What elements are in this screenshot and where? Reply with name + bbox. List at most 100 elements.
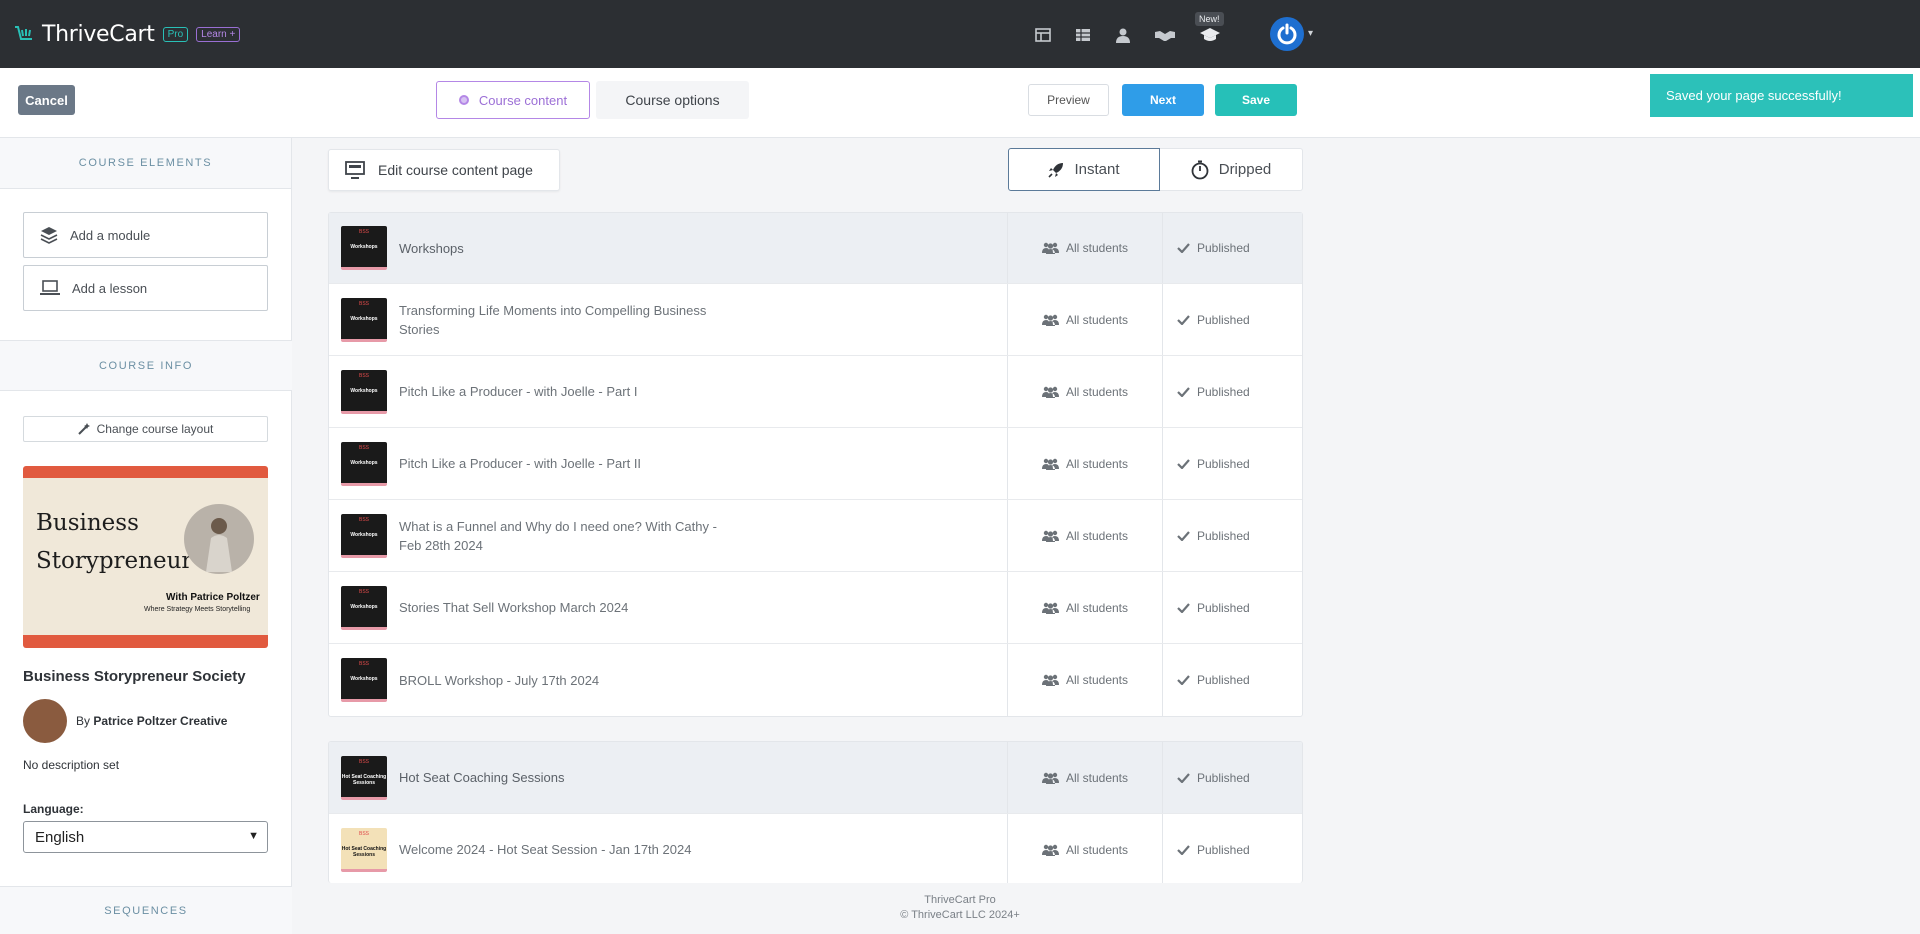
status-label: Published xyxy=(1197,528,1250,543)
lesson-title[interactable]: Hot Seat Coaching Sessions xyxy=(399,768,739,787)
change-layout-label: Change course layout xyxy=(96,422,214,436)
thumbnail-text: Hot Seat Coaching Sessions xyxy=(341,845,387,858)
add-module-label: Add a module xyxy=(70,227,151,243)
editor-toolbar: Cancel Course content Course options Pre… xyxy=(0,68,1920,138)
lesson-title[interactable]: Stories That Sell Workshop March 2024 xyxy=(399,598,739,617)
tab-course-options[interactable]: Course options xyxy=(596,81,749,119)
status-label: Published xyxy=(1197,241,1250,255)
access-label: All students xyxy=(1065,770,1129,785)
lesson-thumbnail: BSS Workshops xyxy=(341,585,387,630)
add-lesson-label: Add a lesson xyxy=(72,280,148,296)
sequences-heading: SEQUENCES xyxy=(0,886,292,934)
author-avatar xyxy=(23,699,67,743)
thumbnail-text: Workshops xyxy=(350,603,378,610)
save-button[interactable]: Save xyxy=(1215,84,1297,116)
access-cell[interactable]: All students xyxy=(1007,644,1162,716)
dripped-toggle[interactable]: Dripped xyxy=(1160,148,1303,191)
lesson-title[interactable]: What is a Funnel and Why do I need one? … xyxy=(399,517,739,555)
status-cell[interactable]: Published xyxy=(1162,428,1304,499)
language-select[interactable]: English ▼ xyxy=(23,821,268,853)
lesson-thumbnail: BSS Workshops xyxy=(341,226,387,270)
access-label: All students xyxy=(1065,600,1129,615)
instant-toggle[interactable]: Instant xyxy=(1008,148,1160,191)
layout-icon[interactable] xyxy=(1032,24,1054,46)
add-lesson-button[interactable]: Add a lesson xyxy=(23,265,268,311)
laptop-icon xyxy=(40,280,60,295)
author-prefix: By xyxy=(76,714,91,728)
status-label: Published xyxy=(1197,770,1250,785)
status-cell[interactable]: Published xyxy=(1162,644,1304,716)
access-cell[interactable]: All students xyxy=(1007,284,1162,355)
thumbnail-text: Workshops xyxy=(350,531,378,538)
lesson-title[interactable]: Transforming Life Moments into Compellin… xyxy=(399,301,739,339)
lesson-row[interactable]: BSS Workshops Stories That Sell Workshop M… xyxy=(329,572,1302,644)
language-value: English xyxy=(35,828,85,846)
lesson-title[interactable]: Welcome 2024 - Hot Seat Session - Jan 17… xyxy=(399,840,739,859)
radio-dot-icon xyxy=(458,95,469,105)
access-cell[interactable]: All students xyxy=(1007,572,1162,643)
lesson-title[interactable]: Pitch Like a Producer - with Joelle - Pa… xyxy=(399,454,739,473)
success-toast[interactable]: Saved your page successfully! xyxy=(1650,74,1913,117)
lesson-row[interactable]: BSS Workshops BROLL Workshop - July 17th 2… xyxy=(329,644,1302,716)
lesson-title[interactable]: Workshops xyxy=(399,239,739,258)
chevron-down-icon[interactable]: ▾ xyxy=(1308,28,1313,39)
next-button[interactable]: Next xyxy=(1122,84,1204,116)
lesson-row[interactable]: BSS Workshops What is a Funnel and Why do … xyxy=(329,500,1302,572)
cancel-button[interactable]: Cancel xyxy=(18,85,75,115)
lesson-title[interactable]: Pitch Like a Producer - with Joelle - Pa… xyxy=(399,382,739,401)
rocket-icon xyxy=(1048,162,1064,178)
thumbnail-tag: BSS xyxy=(358,588,369,595)
thumbnail-tag: BSS xyxy=(358,300,369,307)
change-layout-button[interactable]: Change course layout xyxy=(23,416,268,442)
course-module: BSS Hot Seat Coaching Sessions Hot Seat Co… xyxy=(328,741,1303,883)
footer-product: ThriveCart Pro xyxy=(924,894,996,906)
course-description: No description set xyxy=(23,758,120,772)
lesson-row[interactable]: BSS Workshops Transforming Life Moments in… xyxy=(329,284,1302,356)
access-cell[interactable]: All students xyxy=(1007,500,1162,571)
user-icon[interactable] xyxy=(1112,24,1134,46)
thumbnail-text: Workshops xyxy=(350,459,378,466)
add-module-button[interactable]: Add a module xyxy=(23,212,268,258)
status-cell[interactable]: Published xyxy=(1162,572,1304,643)
status-cell[interactable]: Published xyxy=(1162,356,1304,427)
module-header-row[interactable]: BSS Workshops Workshops All students Publish… xyxy=(329,213,1302,284)
access-cell[interactable]: All students xyxy=(1007,356,1162,427)
edit-content-page-button[interactable]: Edit course content page xyxy=(328,149,560,191)
module-header-row[interactable]: BSS Hot Seat Coaching Sessions Hot Seat Co… xyxy=(329,742,1302,814)
lesson-title[interactable]: BROLL Workshop - July 17th 2024 xyxy=(399,671,739,690)
status-label: Published xyxy=(1197,673,1250,687)
users-icon xyxy=(1041,386,1059,398)
status-cell[interactable]: Published xyxy=(1162,284,1304,355)
status-cell[interactable]: Published xyxy=(1162,814,1302,883)
table-icon[interactable] xyxy=(1072,24,1094,46)
monitor-icon xyxy=(345,161,365,179)
users-icon xyxy=(1041,530,1059,542)
magic-wand-icon xyxy=(77,423,90,435)
chevron-down-icon: ▼ xyxy=(248,830,259,842)
course-elements-heading: COURSE ELEMENTS xyxy=(0,138,291,189)
page-footer: ThriveCart Pro © ThriveCart LLC 2024+ xyxy=(760,893,1160,923)
access-cell[interactable]: All students xyxy=(1007,814,1162,883)
handshake-icon[interactable] xyxy=(1154,24,1176,46)
pro-badge: Pro xyxy=(162,27,189,42)
thrivecart-logo[interactable]: ThriveCart Pro Learn + xyxy=(14,22,241,47)
graduation-cap-icon[interactable] xyxy=(1199,24,1221,46)
preview-button[interactable]: Preview xyxy=(1028,84,1109,116)
status-cell[interactable]: Published xyxy=(1162,742,1302,813)
access-cell[interactable]: All students xyxy=(1007,213,1162,283)
lesson-thumbnail: BSS Hot Seat Coaching Sessions xyxy=(341,827,387,872)
tab-course-content[interactable]: Course content xyxy=(436,81,590,119)
tab-course-content-label: Course content xyxy=(478,92,568,108)
thumbnail-tag: BSS xyxy=(358,830,369,837)
instant-label: Instant xyxy=(1074,161,1120,178)
access-cell[interactable]: All students xyxy=(1007,428,1162,499)
status-label: Published xyxy=(1197,384,1250,399)
status-cell[interactable]: Published xyxy=(1162,213,1304,283)
status-cell[interactable]: Published xyxy=(1162,500,1304,571)
lesson-row[interactable]: BSS Workshops Pitch Like a Producer - with… xyxy=(329,356,1302,428)
status-label: Published xyxy=(1197,600,1250,615)
lesson-row[interactable]: BSS Workshops Pitch Like a Producer - with… xyxy=(329,428,1302,500)
access-cell[interactable]: All students xyxy=(1007,742,1162,813)
account-avatar[interactable] xyxy=(1270,17,1304,51)
lesson-row[interactable]: BSS Hot Seat Coaching Sessions Welcome 202… xyxy=(329,814,1302,883)
